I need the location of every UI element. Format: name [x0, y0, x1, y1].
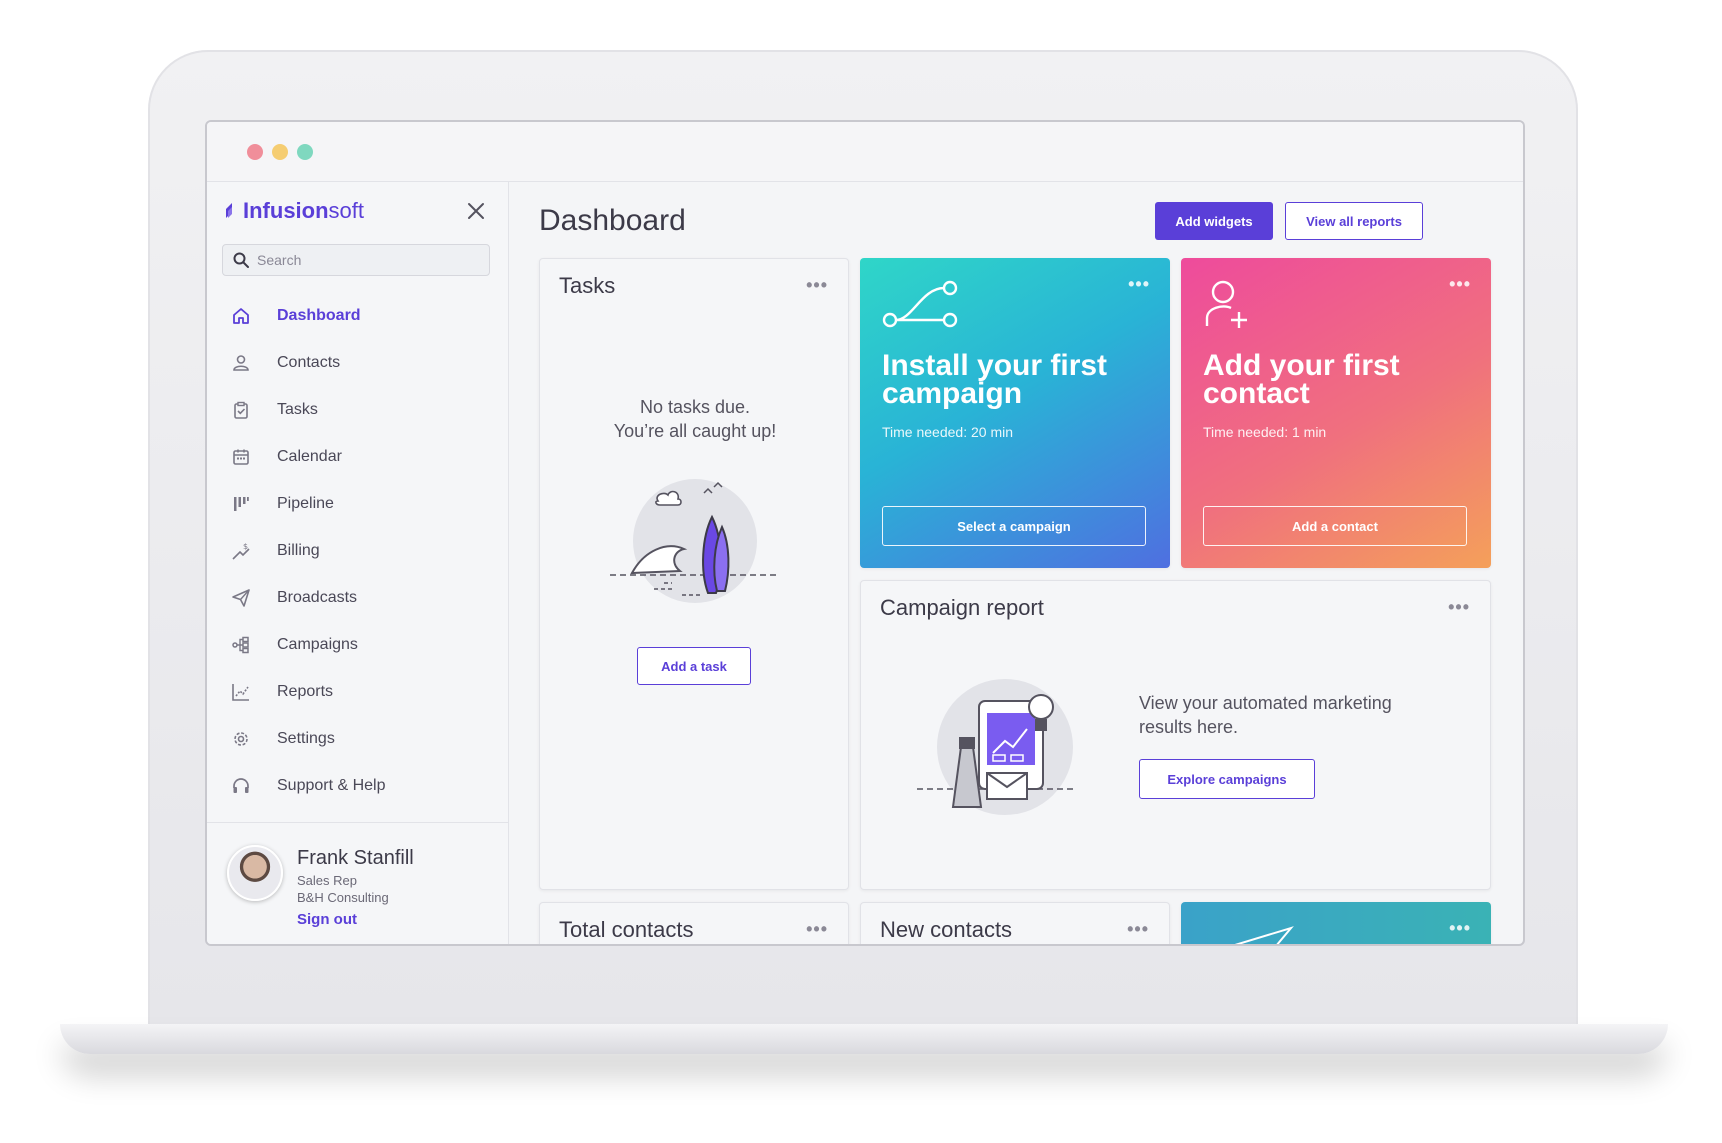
page-title: Dashboard: [539, 204, 686, 237]
sidebar-item-campaigns[interactable]: Campaigns: [207, 621, 509, 668]
sidebar-item-label: Broadcasts: [277, 588, 358, 606]
empty-line-1: No tasks due.: [639, 397, 751, 417]
sidebar-nav: Dashboard Contacts Tasks Calendar Pipeli…: [207, 292, 509, 809]
card-title: Total contacts: [559, 917, 694, 942]
brand-name: Infusionsoft: [243, 198, 365, 223]
sidebar-item-contacts[interactable]: Contacts: [207, 339, 509, 386]
promo-heading: Add your first contact: [1203, 349, 1400, 410]
sidebar-item-tasks[interactable]: Tasks: [207, 386, 509, 433]
campaign-report-card: Campaign report ••• View your automated …: [860, 580, 1491, 890]
campaign-flow-icon: [882, 280, 958, 328]
add-task-button[interactable]: Add a task: [637, 647, 751, 685]
sidebar-item-label: Dashboard: [277, 306, 361, 324]
promo-time: Time needed: 20 min: [882, 424, 1013, 440]
infusionsoft-logo-icon: [226, 203, 232, 218]
empty-line-2: You’re all caught up!: [613, 421, 777, 441]
more-options-icon[interactable]: •••: [806, 275, 828, 296]
close-sidebar-icon[interactable]: [465, 200, 487, 222]
card-title: Tasks: [559, 273, 616, 298]
view-all-reports-button[interactable]: View all reports: [1285, 202, 1423, 240]
new-contacts-card: New contacts •••: [860, 902, 1170, 944]
profile-role: Sales Rep: [297, 873, 357, 888]
more-options-icon[interactable]: •••: [806, 919, 828, 940]
sidebar-item-label: Settings: [277, 729, 335, 747]
sidebar-item-settings[interactable]: Settings: [207, 715, 509, 762]
window-titlebar: [207, 122, 1523, 182]
sidebar-item-label: Contacts: [277, 353, 341, 371]
broadcast-promo-card: •••: [1181, 902, 1491, 944]
sidebar-item-pipeline[interactable]: Pipeline: [207, 480, 509, 527]
sidebar-item-reports[interactable]: Reports: [207, 668, 509, 715]
add-contact-card: ••• Add your first contact Time needed: …: [1181, 258, 1491, 568]
campaign-flow-icon: [231, 635, 251, 655]
more-options-icon[interactable]: •••: [1128, 274, 1150, 295]
home-icon: [231, 306, 251, 326]
user-profile: Frank Stanfill Sales Rep B&H Consulting …: [207, 822, 509, 944]
add-widgets-button[interactable]: Add widgets: [1155, 202, 1273, 240]
more-options-icon[interactable]: •••: [1127, 919, 1149, 940]
card-title: Campaign report: [880, 595, 1044, 620]
person-icon: [231, 353, 251, 373]
sidebar: Infusionsoft Dashboard Contacts Tasks: [207, 182, 509, 944]
search-box[interactable]: [222, 244, 490, 276]
billing-icon: $: [231, 541, 251, 561]
explore-campaigns-button[interactable]: Explore campaigns: [1139, 759, 1315, 799]
search-icon: [233, 252, 249, 268]
sidebar-item-billing[interactable]: $ Billing: [207, 527, 509, 574]
paper-plane-icon: [1234, 926, 1294, 944]
pipeline-icon: [231, 494, 251, 514]
headset-icon: [231, 776, 251, 796]
sign-out-link[interactable]: Sign out: [297, 911, 357, 928]
line-chart-icon: [231, 682, 251, 702]
sidebar-item-dashboard[interactable]: Dashboard: [207, 292, 509, 339]
sidebar-item-support[interactable]: Support & Help: [207, 762, 509, 809]
sidebar-item-label: Billing: [277, 541, 320, 559]
install-campaign-card: ••• Install your first campaign Time nee…: [860, 258, 1170, 568]
select-campaign-button[interactable]: Select a campaign: [882, 506, 1146, 546]
brand-logo[interactable]: Infusionsoft: [223, 198, 364, 224]
sidebar-item-calendar[interactable]: Calendar: [207, 433, 509, 480]
card-title: New contacts: [880, 917, 1013, 942]
search-input[interactable]: [257, 252, 477, 268]
paper-plane-icon: [231, 588, 251, 608]
more-options-icon[interactable]: •••: [1448, 597, 1470, 618]
add-person-icon: [1205, 280, 1247, 328]
sidebar-item-label: Campaigns: [277, 635, 358, 653]
profile-company: B&H Consulting: [297, 890, 389, 905]
campaign-report-text: View your automated marketing results he…: [1139, 693, 1392, 737]
sidebar-item-label: Calendar: [277, 447, 342, 465]
window-minimize-button[interactable]: [272, 143, 288, 160]
calendar-icon: [231, 447, 251, 467]
surfboard-illustration: [610, 479, 780, 603]
promo-time: Time needed: 1 min: [1203, 424, 1327, 440]
window-maximize-button[interactable]: [297, 143, 313, 160]
tasks-empty-message: No tasks due. You’re all caught up!: [540, 395, 850, 443]
gear-icon: [231, 729, 251, 749]
main-content: Dashboard Add widgets View all reports T…: [509, 182, 1523, 944]
total-contacts-card: Total contacts •••: [539, 902, 849, 944]
promo-heading: Install your first campaign: [882, 349, 1108, 410]
add-contact-button[interactable]: Add a contact: [1203, 506, 1467, 546]
marketing-report-illustration: [917, 679, 1077, 815]
avatar[interactable]: [227, 845, 283, 901]
laptop-base: [60, 1024, 1668, 1054]
app-window: Infusionsoft Dashboard Contacts Tasks: [205, 120, 1525, 946]
sidebar-item-label: Reports: [277, 682, 334, 700]
profile-name: Frank Stanfill: [297, 847, 414, 869]
sidebar-item-label: Support & Help: [277, 776, 386, 794]
more-options-icon[interactable]: •••: [1449, 918, 1471, 939]
sidebar-item-label: Pipeline: [277, 494, 334, 512]
more-options-icon[interactable]: •••: [1449, 274, 1471, 295]
tasks-card: Tasks ••• No tasks due. You’re all caugh…: [539, 258, 849, 890]
svg-text:$: $: [243, 542, 248, 551]
sidebar-item-label: Tasks: [277, 400, 318, 418]
sidebar-item-broadcasts[interactable]: Broadcasts: [207, 574, 509, 621]
window-close-button[interactable]: [247, 143, 263, 160]
clipboard-check-icon: [231, 400, 251, 420]
